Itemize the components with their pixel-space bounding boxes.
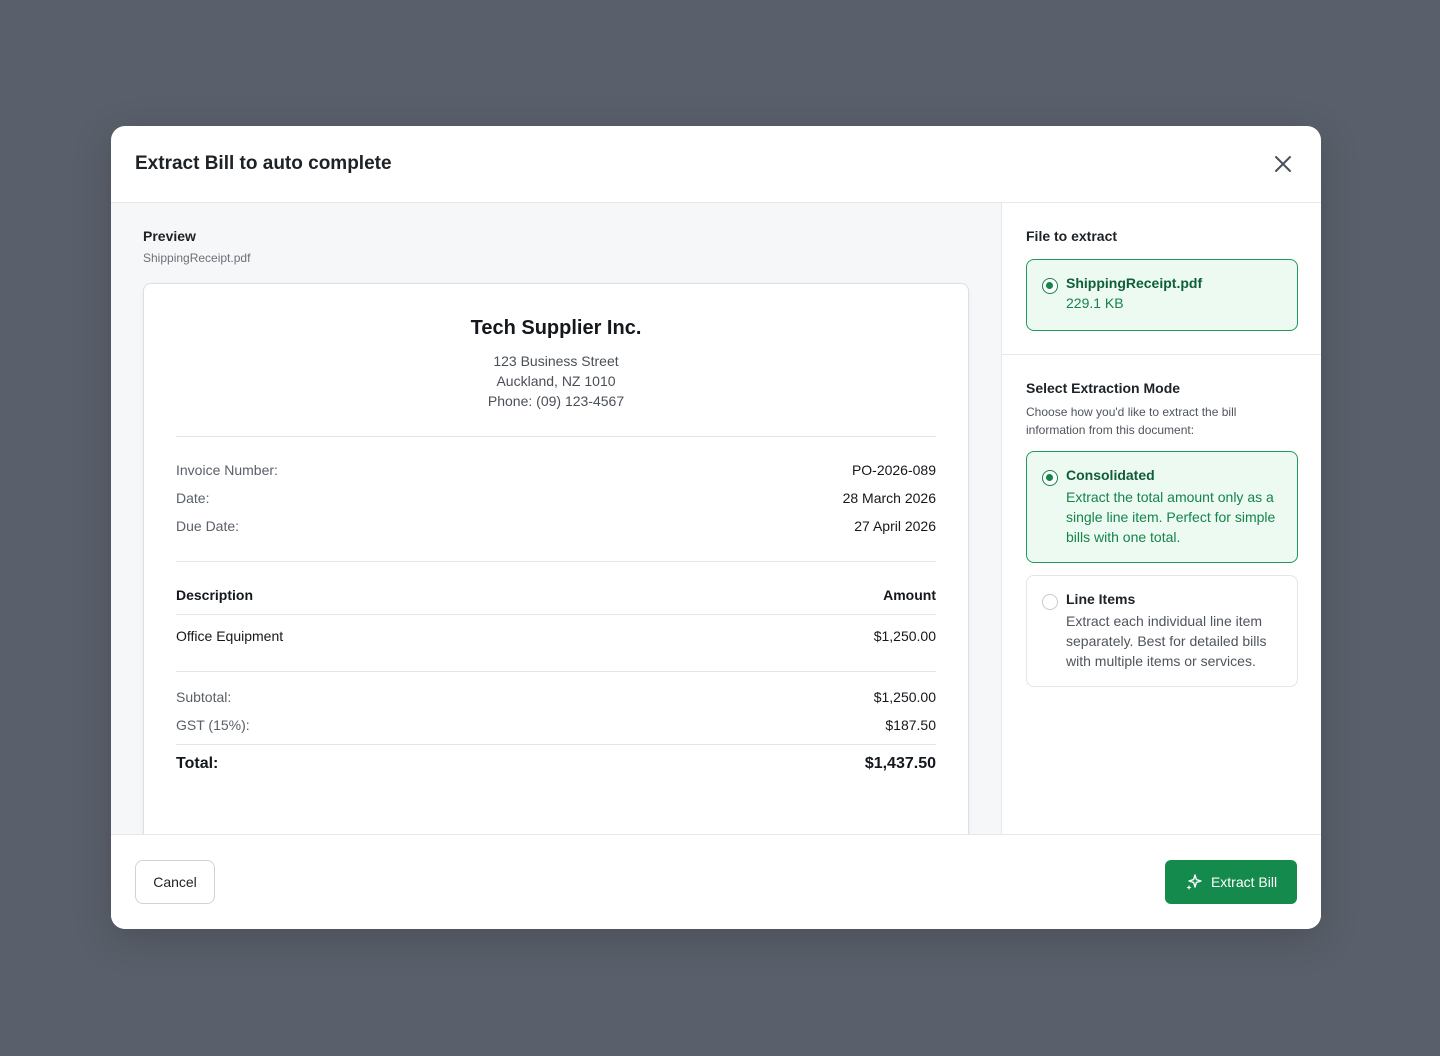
document-preview: Tech Supplier Inc. 123 Business Street A… — [143, 283, 969, 834]
consolidated-radio[interactable] — [1042, 470, 1058, 486]
gst-value: $187.50 — [885, 717, 936, 733]
invoice-number-row: Invoice Number: PO-2026-089 — [176, 462, 936, 478]
description-header: Description — [176, 587, 254, 603]
extraction-options-panel: File to extract ShippingReceipt.pdf 229.… — [1001, 203, 1321, 834]
date-value: 28 March 2026 — [842, 490, 936, 506]
invoice-number-label: Invoice Number: — [176, 462, 278, 478]
close-icon — [1275, 156, 1291, 172]
total-label: Total: — [176, 755, 219, 772]
modal-title: Extract Bill to auto complete — [135, 153, 392, 174]
document-company: Tech Supplier Inc. — [470, 317, 642, 339]
amount-header: Amount — [883, 587, 936, 603]
gst-label: GST (15%): — [176, 717, 250, 733]
document-address-line1: 123 Business Street — [493, 353, 619, 369]
total-row: Total: $1,437.50 — [176, 755, 936, 773]
table-row: Office Equipment $1,250.00 — [176, 628, 936, 644]
preview-panel: Preview ShippingReceipt.pdf Tech Supplie… — [111, 203, 1001, 834]
subtotal-value: $1,250.00 — [873, 689, 936, 705]
cancel-button[interactable]: Cancel — [135, 860, 215, 904]
item-description: Office Equipment — [176, 628, 284, 644]
divider — [176, 436, 936, 437]
items-table-header: Description Amount — [176, 587, 936, 603]
mode-section-title: Select Extraction Mode — [1026, 380, 1181, 396]
line-items-radio[interactable] — [1042, 594, 1058, 610]
date-label: Date: — [176, 490, 210, 506]
file-size: 229.1 KB — [1066, 295, 1124, 311]
total-value: $1,437.50 — [864, 755, 936, 772]
subtotal-row: Subtotal: $1,250.00 — [176, 689, 936, 705]
document-phone: Phone: (09) 123-4567 — [487, 393, 625, 409]
invoice-number-value: PO-2026-089 — [851, 462, 936, 478]
item-amount: $1,250.00 — [873, 628, 936, 644]
preview-filename: ShippingReceipt.pdf — [143, 251, 251, 265]
consolidated-title: Consolidated — [1066, 467, 1155, 483]
modal-footer: Cancel Extract Bill — [111, 834, 1321, 929]
mode-section-description: Choose how you'd like to extract the bil… — [1026, 405, 1237, 437]
document-address-line2: Auckland, NZ 1010 — [496, 373, 616, 389]
date-row: Date: 28 March 2026 — [176, 490, 936, 506]
file-option-card[interactable]: ShippingReceipt.pdf 229.1 KB — [1026, 259, 1298, 331]
file-section-title: File to extract — [1026, 228, 1118, 244]
divider — [176, 614, 936, 615]
gst-row: GST (15%): $187.50 — [176, 717, 936, 733]
divider — [176, 744, 936, 745]
line-items-description: Extract each individual line item separa… — [1066, 613, 1267, 669]
divider — [1002, 354, 1321, 355]
sparkle-icon — [1186, 874, 1202, 890]
file-radio[interactable] — [1042, 278, 1058, 294]
mode-option-line-items[interactable]: Line Items Extract each individual line … — [1026, 575, 1298, 687]
extract-bill-modal: Extract Bill to auto complete Preview Sh… — [111, 126, 1321, 929]
preview-label: Preview — [143, 228, 196, 244]
mode-option-consolidated[interactable]: Consolidated Extract the total amount on… — [1026, 451, 1298, 563]
extract-bill-button[interactable]: Extract Bill — [1165, 860, 1297, 904]
divider — [176, 561, 936, 562]
due-date-label: Due Date: — [176, 518, 240, 534]
due-date-row: Due Date: 27 April 2026 — [176, 518, 936, 534]
modal-header: Extract Bill to auto complete — [111, 126, 1321, 203]
subtotal-label: Subtotal: — [176, 689, 232, 705]
close-button[interactable] — [1271, 152, 1295, 176]
divider — [176, 671, 936, 672]
consolidated-description: Extract the total amount only as a singl… — [1066, 489, 1276, 545]
due-date-value: 27 April 2026 — [854, 518, 936, 534]
file-name: ShippingReceipt.pdf — [1066, 275, 1203, 291]
extract-bill-label: Extract Bill — [1210, 874, 1278, 890]
line-items-title: Line Items — [1066, 591, 1136, 607]
